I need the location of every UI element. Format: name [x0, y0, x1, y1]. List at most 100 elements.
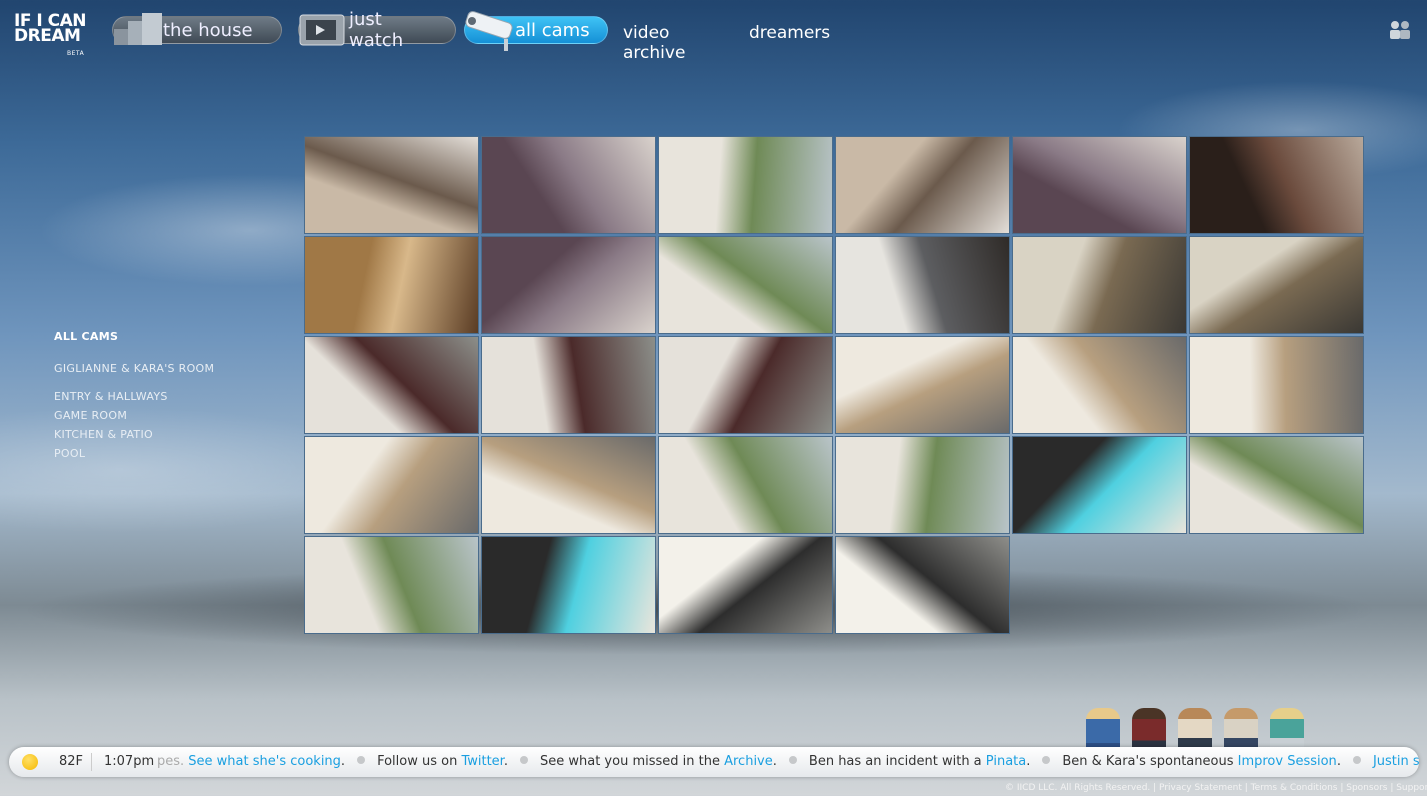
camera-feed-thumbnail[interactable] [1189, 236, 1364, 334]
camera-feed-thumbnail[interactable] [835, 536, 1010, 634]
camera-feed-image [1013, 237, 1186, 333]
ticker-item: Ben has an incident with a Pinata. [809, 754, 1030, 769]
camera-feed-image [1190, 437, 1363, 533]
temperature: 82F [59, 754, 84, 769]
camera-feed-thumbnail[interactable] [1189, 336, 1364, 434]
camera-feed-thumbnail[interactable] [481, 236, 656, 334]
camera-feed-image [305, 437, 478, 533]
ticker-item-link[interactable]: Archive [724, 754, 773, 769]
camera-feed-thumbnail[interactable] [658, 536, 833, 634]
filter-pool[interactable]: POOL [54, 447, 85, 460]
camera-feed-image [482, 537, 655, 633]
ticker-item-link[interactable]: Twitter [461, 754, 503, 769]
ticker-track: pes. See what she's cooking. Follow us on… [157, 754, 1419, 769]
sunny-weather-icon [22, 754, 38, 770]
house-icon [114, 13, 162, 45]
filter-gigliane-kara-room[interactable]: GIGLIANNE & KARA'S ROOM [54, 362, 214, 375]
camera-feed-image [836, 437, 1009, 533]
ticker-item-punctuation: . [772, 754, 777, 769]
nav-the-house[interactable]: the house [112, 13, 282, 47]
ticker-bullet [1352, 756, 1361, 764]
filter-game-room[interactable]: GAME ROOM [54, 409, 127, 422]
camera-feed-image [482, 337, 655, 433]
camera-feed-thumbnail[interactable] [304, 336, 479, 434]
camera-feed-thumbnail[interactable] [835, 136, 1010, 234]
camera-feed-image [836, 537, 1009, 633]
ticker-item: Justin serenades s [1373, 754, 1419, 769]
ticker-item-text: Ben & Kara's spontaneous [1062, 754, 1238, 769]
camera-feed-thumbnail[interactable] [835, 436, 1010, 534]
camera-feed-thumbnail[interactable] [481, 136, 656, 234]
ticker-item: pes. See what she's cooking. [157, 754, 345, 769]
ticker-item-link[interactable]: Justin serenades s [1373, 754, 1419, 769]
ticker-item-text: pes. [157, 754, 189, 769]
ticker-item: Follow us on Twitter. [377, 754, 508, 769]
camera-feed-thumbnail[interactable] [1012, 136, 1187, 234]
camera-feed-image [305, 237, 478, 333]
camera-feed-thumbnail[interactable] [481, 436, 656, 534]
camera-feed-thumbnail[interactable] [835, 236, 1010, 334]
nav-dreamers[interactable]: dreamers [749, 23, 830, 43]
camera-feed-image [1013, 137, 1186, 233]
tv-icon [299, 14, 345, 46]
filter-entry-hallways[interactable]: ENTRY & HALLWAYS [54, 390, 168, 403]
ticker-item-link[interactable]: Improv Session [1238, 754, 1337, 769]
ticker-bullet [519, 756, 528, 764]
camera-feed-image [836, 237, 1009, 333]
ticker-item-punctuation: . [1026, 754, 1031, 769]
ticker-divider [91, 753, 92, 771]
ticker-item-text: Ben has an incident with a [808, 754, 986, 769]
camera-feed-thumbnail[interactable] [1012, 436, 1187, 534]
ticker-item-punctuation: . [1336, 754, 1341, 769]
camera-feed-image [836, 337, 1009, 433]
camera-feed-image [659, 237, 832, 333]
beta-label: BETA [67, 50, 85, 57]
camera-feed-thumbnail[interactable] [1012, 336, 1187, 434]
camera-feed-image [836, 137, 1009, 233]
news-ticker: 82F 1:07pm pes. See what she's cooking. F… [9, 747, 1419, 777]
camera-feed-thumbnail[interactable] [481, 536, 656, 634]
camera-feed-image [1190, 137, 1363, 233]
camera-feed-image [659, 437, 832, 533]
camera-feed-thumbnail[interactable] [835, 336, 1010, 434]
ticker-item: See what you missed in the Archive. [540, 754, 777, 769]
nav-video-archive[interactable]: video archive [623, 23, 685, 63]
ticker-item-link[interactable]: Pinata [986, 754, 1026, 769]
camera-feed-image [1190, 237, 1363, 333]
camera-feed-thumbnail[interactable] [1189, 136, 1364, 234]
camera-feed-thumbnail[interactable] [481, 336, 656, 434]
nav-all-cams-label: all cams [515, 19, 590, 41]
nav-all-cams[interactable]: all cams [464, 11, 608, 51]
filter-kitchen-patio[interactable]: KITCHEN & PATIO [54, 428, 153, 441]
users-icon[interactable] [1389, 20, 1411, 40]
nav-the-house-label: the house [163, 19, 253, 41]
camera-feed-image [659, 137, 832, 233]
camera-feed-thumbnail[interactable] [304, 136, 479, 234]
camera-feed-thumbnail[interactable] [1012, 236, 1187, 334]
camera-feed-thumbnail[interactable] [1189, 436, 1364, 534]
footer-links[interactable]: © IICD LLC. All Rights Reserved. | Priva… [1005, 783, 1427, 793]
site-logo[interactable]: IF I CAN DREAM BETA [14, 13, 86, 58]
camera-feed-image [305, 337, 478, 433]
ticker-item-text: See what you missed in the [539, 754, 725, 769]
ticker-item-link[interactable]: See what she's cooking [188, 754, 341, 769]
camera-feed-thumbnail[interactable] [304, 436, 479, 534]
camera-feed-thumbnail[interactable] [658, 136, 833, 234]
camera-feed-image [482, 437, 655, 533]
camera-feed-thumbnail[interactable] [658, 436, 833, 534]
ticker-item-punctuation: . [340, 754, 346, 769]
camera-feed-thumbnail[interactable] [304, 536, 479, 634]
camera-feed-thumbnail[interactable] [658, 336, 833, 434]
nav-just-watch-label: just watch [349, 9, 404, 51]
camera-feed-image [482, 237, 655, 333]
camera-feed-thumbnail[interactable] [658, 236, 833, 334]
logo-line2: DREAM [14, 26, 81, 46]
camera-feed-image [305, 137, 478, 233]
filter-all-cams[interactable]: ALL CAMS [54, 330, 118, 343]
ticker-item-punctuation: . [503, 754, 508, 769]
nav-just-watch[interactable]: just watch [298, 9, 456, 51]
ticker-item-text: Follow us on [377, 754, 462, 769]
ticker-bullet [1042, 756, 1051, 764]
camera-feed-thumbnail[interactable] [304, 236, 479, 334]
camera-feed-image [305, 537, 478, 633]
